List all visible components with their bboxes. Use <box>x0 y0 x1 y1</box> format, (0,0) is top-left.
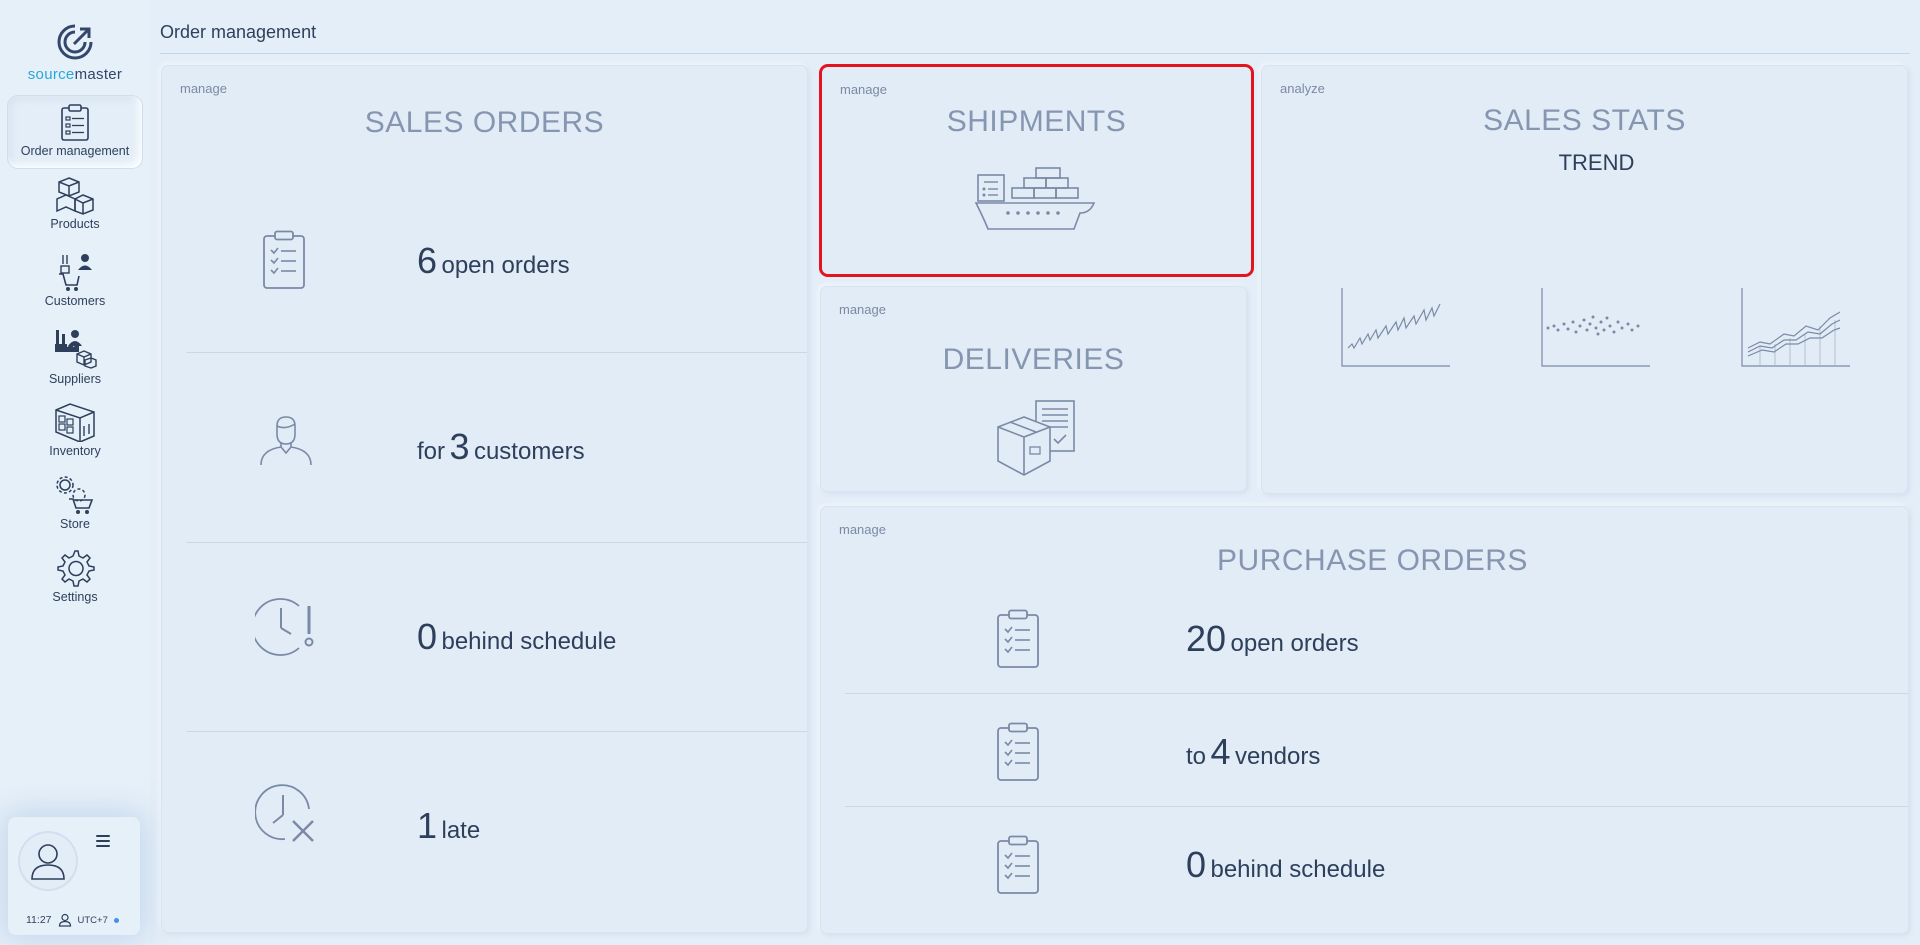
panel-title: SALES ORDERS <box>364 106 605 139</box>
stat-text: 0 behind schedule <box>1186 843 1386 885</box>
panel-title: SALES STATS <box>1483 104 1686 137</box>
panel-tag: analyze <box>1280 81 1325 96</box>
person-icon <box>260 416 312 466</box>
panel-title: DELIVERIES <box>942 343 1125 376</box>
customer-icon <box>59 254 92 291</box>
area-chart-icon[interactable] <box>1740 286 1852 368</box>
clipboard-icon <box>61 104 89 141</box>
sidebar-item-label: Store <box>60 517 90 531</box>
sidebar-item-label: Suppliers <box>48 372 102 386</box>
sidebar-item-label: Customers <box>44 294 106 308</box>
boxes-icon <box>56 177 94 215</box>
sidebar-item-label: Order management <box>20 144 130 158</box>
timezone: UTC+7 <box>77 914 108 926</box>
deliveries-panel[interactable]: manage DELIVERIES <box>821 287 1246 491</box>
panel-tag: manage <box>839 522 886 537</box>
factory-icon <box>55 330 97 369</box>
clipboard-icon <box>997 835 1039 894</box>
stat-row-customers[interactable]: for 3 customers <box>187 352 802 542</box>
shipments-panel[interactable]: manage SHIPMENTS <box>822 67 1251 274</box>
clock-cancel-icon <box>255 784 314 842</box>
stat-row-behind-schedule[interactable]: 0 behind schedule <box>187 542 802 732</box>
user-status: 11:27 UTC+7 <box>26 913 119 927</box>
sales-stats-panel[interactable]: analyze SALES STATS TREND <box>1262 66 1907 493</box>
po-row-behind-schedule[interactable]: 0 behind schedule <box>841 808 1911 921</box>
stat-number: 1 <box>417 805 438 846</box>
row-divider <box>845 693 1908 694</box>
clipboard-icon <box>997 609 1039 668</box>
brand-logo[interactable]: sourcemaster <box>20 22 130 84</box>
sidebar-item-inventory[interactable]: Inventory <box>8 402 142 474</box>
sidebar-item-products[interactable]: Products <box>8 175 142 247</box>
clipboard-icon <box>997 722 1039 781</box>
panel-title: SHIPMENTS <box>946 105 1127 138</box>
stat-text: 20 open orders <box>1186 617 1359 659</box>
ship-icon <box>974 167 1096 230</box>
stat-number: 4 <box>1210 730 1231 772</box>
sidebar-item-store[interactable]: Store <box>8 475 142 547</box>
line-chart-icon[interactable] <box>1340 286 1452 368</box>
status-dot <box>113 917 119 923</box>
panel-title: PURCHASE ORDERS <box>1217 544 1528 577</box>
stat-number: 20 <box>1186 617 1227 659</box>
stat-text: 1 late <box>417 805 481 846</box>
clock-time: 11:27 <box>26 914 52 926</box>
person-icon <box>58 913 71 927</box>
sidebar-item-settings[interactable]: Settings <box>8 548 142 620</box>
stat-number: 0 <box>1186 843 1207 885</box>
store-cart-icon <box>56 476 94 514</box>
menu-icon[interactable] <box>96 835 110 847</box>
sidebar-item-order-management[interactable]: Order management <box>8 96 142 168</box>
page-title: Order management <box>160 22 317 42</box>
po-row-open-orders[interactable]: 20 open orders <box>841 582 1911 695</box>
clipboard-icon <box>263 230 305 289</box>
stat-number: 3 <box>449 426 470 467</box>
user-card: 11:27 UTC+7 <box>8 817 140 935</box>
sidebar-item-label: Inventory <box>49 444 101 458</box>
stat-row-open-orders[interactable]: 6 open orders <box>187 166 802 356</box>
panel-tag: manage <box>839 302 886 317</box>
stat-text: to 4 vendors <box>1186 730 1321 772</box>
panel-tag: manage <box>840 82 887 97</box>
clock-alert-icon <box>255 598 314 656</box>
po-row-vendors[interactable]: to 4 vendors <box>841 695 1911 808</box>
logo-icon <box>57 24 93 60</box>
header-divider <box>160 53 1910 54</box>
stat-row-late[interactable]: 1 late <box>187 731 802 921</box>
stat-text: 6 open orders <box>417 240 570 281</box>
panel-tag: manage <box>180 81 227 96</box>
trend-label: TREND <box>1558 150 1635 175</box>
package-icon <box>997 400 1075 476</box>
purchase-orders-panel[interactable]: manage PURCHASE ORDERS 20 open orders to… <box>821 507 1908 933</box>
gear-icon <box>57 550 95 587</box>
stat-text: 0 behind schedule <box>417 616 617 657</box>
brand-name: sourcemaster <box>27 66 123 83</box>
sidebar-item-customers[interactable]: Customers <box>8 252 142 324</box>
scatter-chart-icon[interactable] <box>1540 286 1652 368</box>
sidebar-item-label: Products <box>50 217 100 231</box>
sales-orders-panel[interactable]: manage SALES ORDERS 6 open orders for 3 … <box>162 66 807 932</box>
sidebar-item-suppliers[interactable]: Suppliers <box>8 328 142 400</box>
avatar[interactable] <box>20 833 76 889</box>
sidebar: sourcemaster Order management Products C… <box>0 0 150 945</box>
sidebar-item-label: Settings <box>52 590 98 604</box>
warehouse-icon <box>55 403 95 442</box>
stat-number: 0 <box>417 616 438 657</box>
stat-number: 6 <box>417 240 438 281</box>
row-divider <box>845 806 1908 807</box>
user-avatar-icon <box>31 844 65 880</box>
stat-text: for 3 customers <box>417 426 585 467</box>
